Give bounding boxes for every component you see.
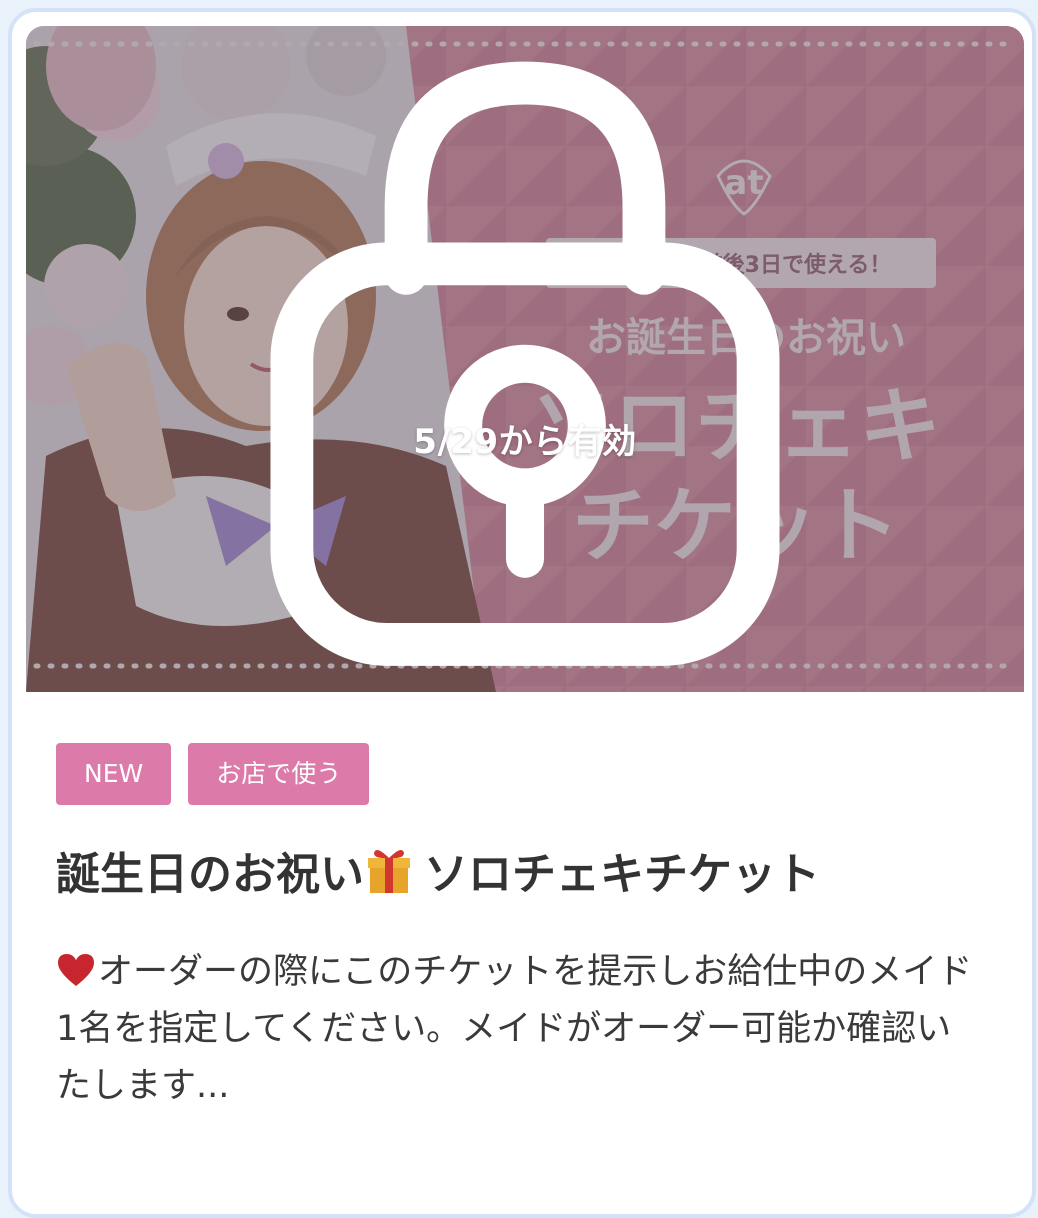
tag-use-in-store: お店で使う [188,743,370,805]
tag-list: NEW お店で使う [56,743,370,805]
ticket-description-text: オーダーの際にこのチケットを提示しお給仕中のメイド1名を指定してください。メイド… [56,952,973,1106]
heart-icon [58,954,94,986]
ticket-title: 誕生日のお祝い ソロチェキチケット [56,838,820,902]
valid-from-text: 5/29から有効 [413,422,637,462]
lock-icon [270,61,780,666]
ticket-title-part1: 誕生日のお祝い [56,849,364,900]
ticket-banner[interactable]: at お誕生日の前後3日で使える！ お誕生日のお祝い ソロチェキ チケット 5/… [26,26,1024,692]
ticket-card[interactable]: at お誕生日の前後3日で使える！ お誕生日のお祝い ソロチェキ チケット 5/… [8,8,1036,1218]
ticket-title-part2: ソロチェキチケット [424,849,820,900]
gift-icon [368,849,410,893]
tag-new: NEW [56,743,172,805]
ticket-description: オーダーの際にこのチケットを提示しお給仕中のメイド1名を指定してください。メイド… [56,944,986,1115]
